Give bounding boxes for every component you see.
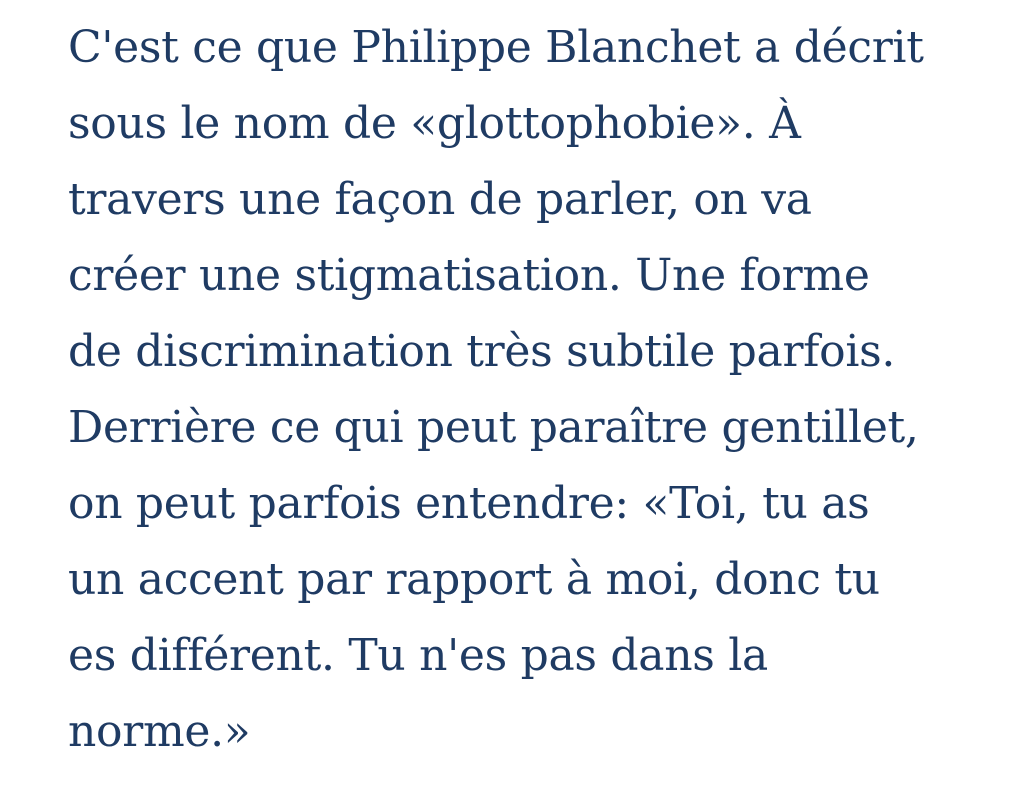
text-line: norme.»: [68, 706, 251, 757]
text-line: travers une façon de parler, on va: [68, 174, 812, 225]
text-line: sous le nom de «glottophobie». À: [68, 98, 801, 149]
article-paragraph: C'est ce que Philippe Blanchet a décrit …: [68, 10, 1008, 770]
text-line: C'est ce que Philippe Blanchet a décrit: [68, 22, 924, 73]
text-line: de discrimination très subtile parfois.: [68, 326, 896, 377]
text-line: Derrière ce qui peut paraître gentillet,: [68, 402, 919, 453]
text-line: un accent par rapport à moi, donc tu: [68, 554, 880, 605]
text-line: on peut parfois entendre: «Toi, tu as: [68, 478, 870, 529]
text-line: es différent. Tu n'es pas dans la: [68, 630, 768, 681]
text-line: créer une stigmatisation. Une forme: [68, 250, 870, 301]
